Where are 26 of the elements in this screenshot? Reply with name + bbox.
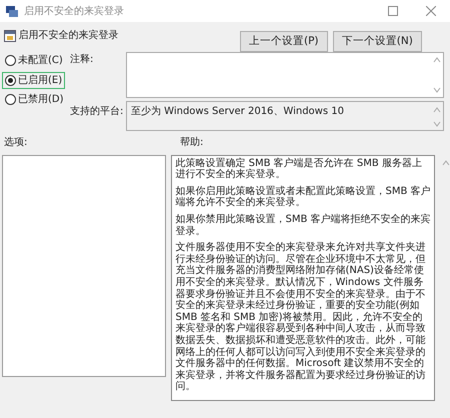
policy-icon [4, 30, 16, 42]
help-paragraph: 如果你启用此策略设置或者未配置此策略设置，SMB 客户端将允许不安全的来宾登录。 [175, 186, 432, 209]
help-paragraph: 文件服务器使用不安全的来宾登录来允许对共享文件夹进行未经身份验证的访问。尽管在企业环境中不太常见，但充当文件服务器的消费型网络附加存储(NAS)设备经常使用不安全的来宾登录。默认情况下，Windows 文件服务器要求身份验证并且不会使用不安全的来宾登录。由于不安全的来宾登录未经过身份验证，重要的安全功能(例如 SMB 签名和 SMB 加密)将被禁用。因此，允许不安全的来宾登录的客户端很容易受到各种中间人攻击，从而导致数据丢失、数据损坏和遭受恶意软件的攻击。此外，可能网络上的任何人都可以访问写入到使用不安全来宾登录的文件服务器中的任何数据。Microsoft 建议禁用不安全的来宾登录，并将文件服务器配置为要求经过身份验证的访问。 [175, 242, 426, 393]
window-title: 启用不安全的来宾登录 [24, 4, 125, 18]
scroll-up-icon[interactable] [433, 56, 441, 64]
scroll-down-icon[interactable] [433, 120, 441, 128]
help-label: 帮助: [180, 136, 204, 150]
scroll-down-icon[interactable] [433, 86, 441, 94]
scroll-up-icon[interactable] [433, 106, 441, 114]
options-label: 选项: [4, 136, 28, 150]
radio-option[interactable]: 已禁用(D) [2, 91, 67, 108]
comment-field[interactable] [126, 52, 444, 98]
platform-text: 至少为 Windows Server 2016、Windows 10 [131, 106, 344, 117]
comment-label: 注释: [69, 52, 94, 67]
help-paragraph: 此策略设置确定 SMB 客户端是否允许在 SMB 服务器上进行不安全的来宾登录。 [175, 158, 423, 181]
close-icon[interactable] [426, 6, 436, 16]
radio-option[interactable]: 未配置(C) [2, 52, 66, 69]
setting-title: 启用不安全的来宾登录 [18, 28, 119, 43]
scroll-up-icon[interactable] [442, 158, 450, 167]
app-icon [6, 5, 18, 17]
previous-setting-button[interactable]: 上一个设置(P) [240, 30, 328, 52]
maximize-icon[interactable] [388, 6, 398, 16]
platform-label: 支持的平台: [69, 104, 124, 119]
radio-option[interactable]: 已启用(E) [2, 72, 66, 89]
next-setting-button[interactable]: 下一个设置(N) [332, 30, 422, 52]
help-paragraph: 如果你禁用此策略设置，SMB 客户端将拒绝不安全的来宾登录。 [175, 214, 432, 238]
